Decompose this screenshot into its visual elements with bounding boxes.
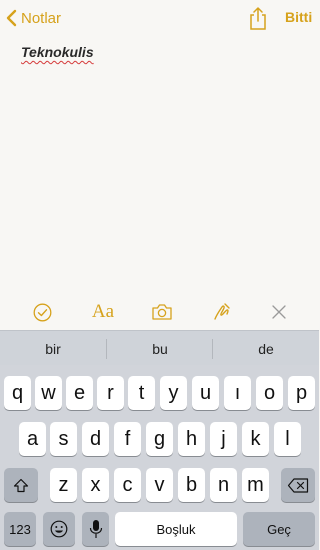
share-icon[interactable] xyxy=(247,6,269,30)
key-m[interactable]: m xyxy=(242,468,269,502)
chevron-left-icon xyxy=(6,9,17,27)
key-d[interactable]: d xyxy=(82,422,109,456)
suggestion-3[interactable]: de xyxy=(213,331,319,366)
keyboard: bir bu de q w e r t y u ı o p a s d f g … xyxy=(0,330,319,550)
space-key[interactable]: Boşluk xyxy=(115,512,237,546)
back-label: Notlar xyxy=(21,9,62,27)
key-e[interactable]: e xyxy=(66,376,93,410)
key-w[interactable]: w xyxy=(35,376,62,410)
navigation-bar: Notlar Bitti xyxy=(0,0,319,36)
return-key[interactable]: Geç xyxy=(243,512,315,546)
note-text[interactable]: Teknokulis xyxy=(21,44,94,60)
sketch-icon[interactable] xyxy=(212,302,232,322)
backspace-icon xyxy=(287,477,309,493)
emoji-icon xyxy=(50,520,68,538)
camera-icon[interactable] xyxy=(151,302,173,322)
suggestion-2[interactable]: bu xyxy=(107,331,213,366)
key-k[interactable]: k xyxy=(242,422,269,456)
key-r[interactable]: r xyxy=(97,376,124,410)
note-editor[interactable] xyxy=(0,36,319,294)
back-button[interactable]: Notlar xyxy=(6,7,61,29)
shift-key[interactable] xyxy=(4,468,38,502)
key-p[interactable]: p xyxy=(288,376,315,410)
checklist-icon[interactable] xyxy=(32,302,52,322)
key-n[interactable]: n xyxy=(210,468,237,502)
key-t[interactable]: t xyxy=(128,376,155,410)
key-u[interactable]: u xyxy=(192,376,219,410)
emoji-key[interactable] xyxy=(43,512,75,546)
formatting-toolbar: Aa xyxy=(0,294,319,330)
key-l[interactable]: l xyxy=(274,422,301,456)
key-x[interactable]: x xyxy=(82,468,109,502)
text-format-button[interactable]: Aa xyxy=(90,302,116,322)
key-q[interactable]: q xyxy=(4,376,31,410)
key-a[interactable]: a xyxy=(19,422,46,456)
key-dotless-i[interactable]: ı xyxy=(224,376,251,410)
key-b[interactable]: b xyxy=(178,468,205,502)
dictation-key[interactable] xyxy=(82,512,109,546)
key-h[interactable]: h xyxy=(178,422,205,456)
key-c[interactable]: c xyxy=(114,468,141,502)
key-f[interactable]: f xyxy=(114,422,141,456)
microphone-icon xyxy=(89,520,102,538)
key-g[interactable]: g xyxy=(146,422,173,456)
suggestion-1[interactable]: bir xyxy=(0,331,106,366)
key-v[interactable]: v xyxy=(146,468,173,502)
key-y[interactable]: y xyxy=(160,376,187,410)
key-s[interactable]: s xyxy=(50,422,77,456)
shift-icon xyxy=(13,478,29,492)
close-icon[interactable] xyxy=(270,302,288,322)
key-z[interactable]: z xyxy=(50,468,77,502)
key-o[interactable]: o xyxy=(256,376,283,410)
suggestion-bar: bir bu de xyxy=(0,330,319,365)
done-button[interactable]: Bitti xyxy=(285,9,312,25)
numbers-key[interactable]: 123 xyxy=(4,512,36,546)
delete-key[interactable] xyxy=(281,468,315,502)
key-j[interactable]: j xyxy=(210,422,237,456)
